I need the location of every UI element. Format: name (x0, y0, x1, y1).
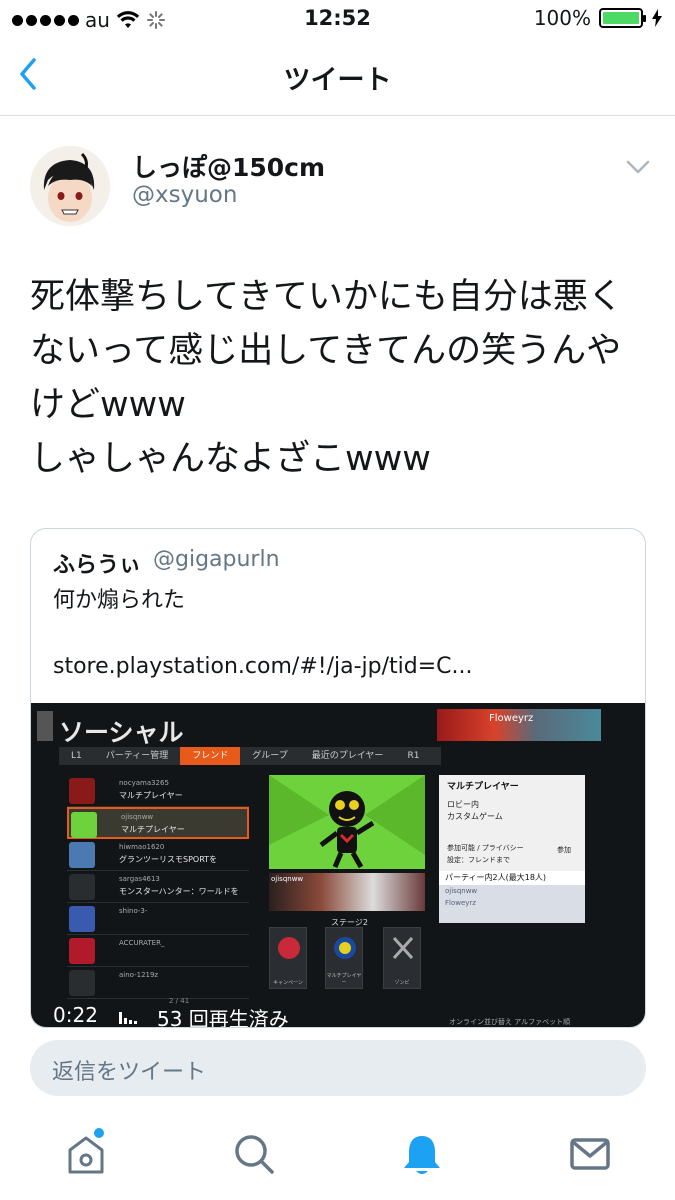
video-friend-row: aino-1219z (67, 967, 249, 999)
video-friend-list: nocyama3265 マルチプレイヤー ojisqnww マルチプレイヤー hiwma… (67, 775, 249, 999)
quoted-text: 何か煽られた (53, 588, 186, 613)
status-bar: au 12:52 100% (0, 0, 675, 38)
avatar[interactable] (30, 146, 110, 226)
tab-bar (0, 1110, 675, 1200)
video-status-panel: マルチプレイヤー ロビー内 カスタムゲーム 参加可能 / プライバシー 設定：フ… (439, 775, 585, 871)
video-tab: L1 (71, 751, 82, 761)
tab-search[interactable] (230, 1130, 278, 1178)
friend-name: sargas4613 (119, 875, 160, 883)
messages-icon (570, 1138, 610, 1170)
video-tab: パーティー管理 (105, 751, 169, 761)
video-party-panel: パーティー内2人(最大18人) ojisqnww Floweyrz (439, 871, 585, 923)
video-tab-strip: L1 パーティー管理 フレンド グループ 最近のプレイヤー R1 (59, 747, 441, 765)
video-friend-row: hiwmao1620 グランツーリスモSPORTを (67, 839, 249, 871)
friend-name: hiwmao1620 (119, 843, 165, 851)
tweet-display-name[interactable]: しっぽ@150cm (132, 148, 325, 184)
friend-avatar-icon (69, 842, 95, 868)
battery-icon (599, 8, 646, 28)
video-mode-tile: マルチプレイヤー (325, 927, 363, 989)
video-bottom-hint: オンライン並び替え アルファベット順 (449, 1018, 571, 1026)
video-duration: 0:22 (53, 1003, 98, 1027)
charging-bolt-icon (652, 9, 662, 27)
video-friend-row: ACCURATER_ (67, 935, 249, 967)
chevron-down-icon (626, 160, 650, 174)
quoted-tweet[interactable]: ふらうぃ @gigapurln 何か煽られた store.playstation… (30, 528, 646, 1028)
friend-name: ACCURATER_ (119, 939, 165, 947)
video-screen-title: ソーシャル (59, 718, 184, 747)
video-tab: グループ (252, 751, 288, 761)
video-screen-marker (37, 711, 53, 741)
search-icon (235, 1135, 274, 1174)
video-game-art (269, 775, 425, 869)
quoted-display-name: ふらうぃ (53, 553, 142, 578)
home-icon (68, 1136, 104, 1174)
friend-status: マルチプレイヤー (119, 791, 183, 800)
friend-name: nocyama3265 (119, 779, 169, 787)
quoted-handle: @gigapurln (153, 547, 280, 572)
friend-status: モンスターハンター：ワールドを (119, 887, 239, 896)
friend-avatar-icon (69, 874, 95, 900)
tweet-handle[interactable]: @xsyuon (132, 182, 237, 208)
tweet-text: 死体撃ちしてきていかにも自分は悪くないって感じ出してきてんの笑うんやけどwww … (30, 277, 623, 479)
video-view-count: 53 回再生済み (157, 1007, 289, 1028)
friend-avatar-icon (69, 906, 95, 932)
friend-name: ojisqnww (121, 813, 154, 821)
video-mode-tile: キャンペーン (269, 927, 307, 989)
video-friend-row: nocyama3265 マルチプレイヤー (67, 775, 249, 807)
video-friend-row: shino-3- (67, 903, 249, 935)
tab-messages[interactable] (566, 1130, 614, 1178)
video-friend-row: sargas4613 モンスターハンター：ワールドを (67, 871, 249, 903)
video-tab-active: フレンド (180, 747, 241, 765)
video-tab: 最近のプレイヤー (311, 751, 384, 761)
video-tab: R1 (407, 751, 420, 761)
tab-home[interactable] (62, 1128, 110, 1178)
video-weapon-label: ojisqnww (271, 875, 304, 883)
tab-notifications[interactable] (398, 1130, 446, 1178)
home-notification-dot (94, 1128, 104, 1138)
reply-placeholder: 返信をツイート (52, 1060, 207, 1085)
friend-name: shino-3- (119, 907, 148, 915)
notifications-icon (404, 1136, 440, 1174)
video-player[interactable]: ソーシャル Floweyrz L1 パーティー管理 フレンド グループ 最近のプ… (31, 703, 645, 1028)
video-mode-tile: ゾンビ (383, 927, 421, 989)
battery-percent: 100% (533, 6, 591, 30)
friend-avatar-icon (69, 778, 95, 804)
friend-status: グランツーリスモSPORTを (119, 855, 218, 864)
reply-input[interactable]: 返信をツイート (30, 1040, 646, 1096)
video-friend-row: ojisqnww マルチプレイヤー (67, 807, 249, 839)
equalizer-icon (119, 1012, 137, 1024)
video-banner-name: Floweyrz (489, 713, 534, 724)
quoted-link[interactable]: store.playstation.com/#!/ja-jp/tid=C... (53, 651, 633, 683)
friend-name: aino-1219z (119, 971, 159, 979)
friend-status: マルチプレイヤー (121, 825, 185, 834)
tweet-menu-button[interactable] (624, 156, 652, 178)
friend-avatar-icon (69, 970, 95, 996)
navigation-bar: ツイート (0, 38, 675, 116)
friend-avatar-icon (71, 812, 97, 838)
friend-avatar-icon (69, 938, 95, 964)
page-title: ツイート (283, 65, 392, 96)
status-right: 100% (534, 6, 663, 30)
